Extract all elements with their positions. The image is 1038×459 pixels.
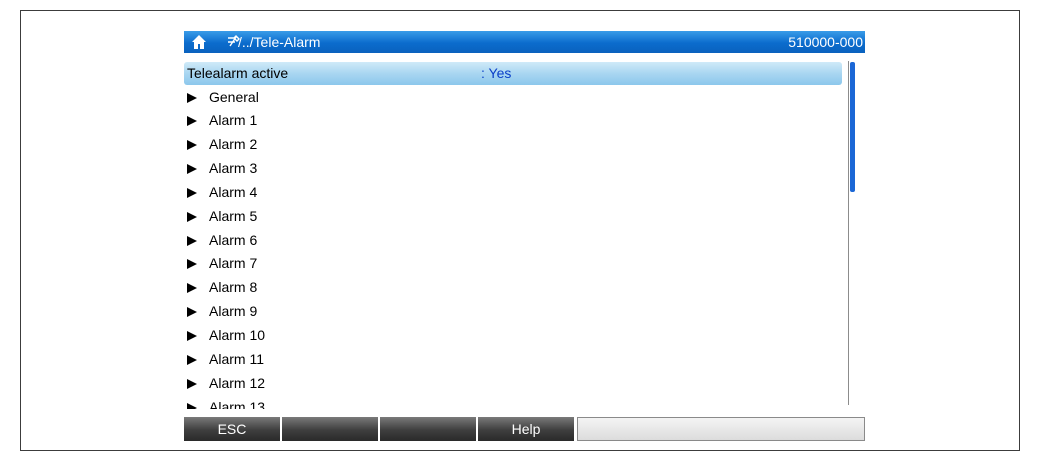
menu-item-alarm-5[interactable]: Alarm 5 bbox=[184, 205, 842, 228]
menu-item-label: Alarm 5 bbox=[209, 208, 258, 224]
menu-item-label: Alarm 1 bbox=[209, 112, 258, 128]
menu-item-general[interactable]: General bbox=[184, 86, 842, 109]
menu-item-alarm-2[interactable]: Alarm 2 bbox=[184, 133, 842, 156]
menu-item-alarm-13[interactable]: Alarm 13 bbox=[184, 396, 842, 409]
menu-item-alarm-11[interactable]: Alarm 11 bbox=[184, 348, 842, 371]
expand-arrow-icon bbox=[187, 116, 197, 126]
menu-item-label: Alarm 3 bbox=[209, 160, 258, 176]
expand-arrow-icon bbox=[187, 140, 197, 150]
softkey-3[interactable] bbox=[380, 417, 478, 441]
expand-arrow-icon bbox=[187, 93, 197, 103]
menu-item-label: General bbox=[209, 89, 259, 105]
menu-item-label: Alarm 4 bbox=[209, 184, 258, 200]
expand-arrow-icon bbox=[187, 164, 197, 174]
home-icon[interactable] bbox=[191, 34, 207, 50]
expand-arrow-icon bbox=[187, 403, 197, 409]
expand-arrow-icon bbox=[187, 307, 197, 317]
softkey-2[interactable] bbox=[282, 417, 380, 441]
menu-item-alarm-1[interactable]: Alarm 1 bbox=[184, 109, 842, 132]
setting-value: : Yes bbox=[481, 65, 512, 81]
menu-item-alarm-8[interactable]: Alarm 8 bbox=[184, 276, 842, 299]
menu-list: Telealarm active : Yes General Alarm 1 A… bbox=[184, 62, 844, 409]
expand-arrow-icon bbox=[187, 236, 197, 246]
menu-item-label: Alarm 13 bbox=[209, 399, 266, 409]
expand-arrow-icon bbox=[187, 283, 197, 293]
setting-label: Telealarm active bbox=[187, 65, 289, 81]
menu-item-label: Alarm 8 bbox=[209, 279, 258, 295]
softkey-5[interactable] bbox=[577, 417, 865, 441]
expand-arrow-icon bbox=[187, 379, 197, 389]
softkey-bar: ESC Help bbox=[184, 417, 865, 441]
menu-item-telealarm-active[interactable]: Telealarm active : Yes bbox=[184, 62, 842, 85]
esc-softkey[interactable]: ESC bbox=[184, 417, 282, 441]
expand-arrow-icon bbox=[187, 259, 197, 269]
menu-item-label: Alarm 9 bbox=[209, 303, 258, 319]
title-bar: /../Tele-Alarm 510000-000 bbox=[184, 31, 865, 53]
expand-arrow-icon bbox=[187, 331, 197, 341]
expand-arrow-icon bbox=[187, 212, 197, 222]
menu-item-label: Alarm 12 bbox=[209, 375, 266, 391]
menu-item-alarm-3[interactable]: Alarm 3 bbox=[184, 157, 842, 180]
menu-item-label: Alarm 11 bbox=[209, 351, 264, 367]
scrollbar-thumb[interactable] bbox=[850, 62, 855, 192]
scrollbar[interactable] bbox=[848, 61, 855, 405]
menu-item-label: Alarm 10 bbox=[209, 327, 266, 343]
menu-item-label: Alarm 2 bbox=[209, 136, 258, 152]
menu-item-label: Alarm 7 bbox=[209, 255, 258, 271]
menu-item-alarm-4[interactable]: Alarm 4 bbox=[184, 181, 842, 204]
breadcrumb: /../Tele-Alarm bbox=[238, 34, 321, 50]
menu-code: 510000-000 bbox=[788, 34, 863, 50]
help-softkey[interactable]: Help bbox=[478, 417, 576, 441]
menu-item-alarm-7[interactable]: Alarm 7 bbox=[184, 252, 842, 275]
menu-item-alarm-6[interactable]: Alarm 6 bbox=[184, 229, 842, 252]
menu-item-alarm-9[interactable]: Alarm 9 bbox=[184, 300, 842, 323]
expand-arrow-icon bbox=[187, 188, 197, 198]
menu-item-label: Alarm 6 bbox=[209, 232, 258, 248]
device-screen: /../Tele-Alarm 510000-000 Telealarm acti… bbox=[184, 31, 865, 441]
expand-arrow-icon bbox=[187, 355, 197, 365]
menu-item-alarm-12[interactable]: Alarm 12 bbox=[184, 372, 842, 395]
menu-item-alarm-10[interactable]: Alarm 10 bbox=[184, 324, 842, 347]
